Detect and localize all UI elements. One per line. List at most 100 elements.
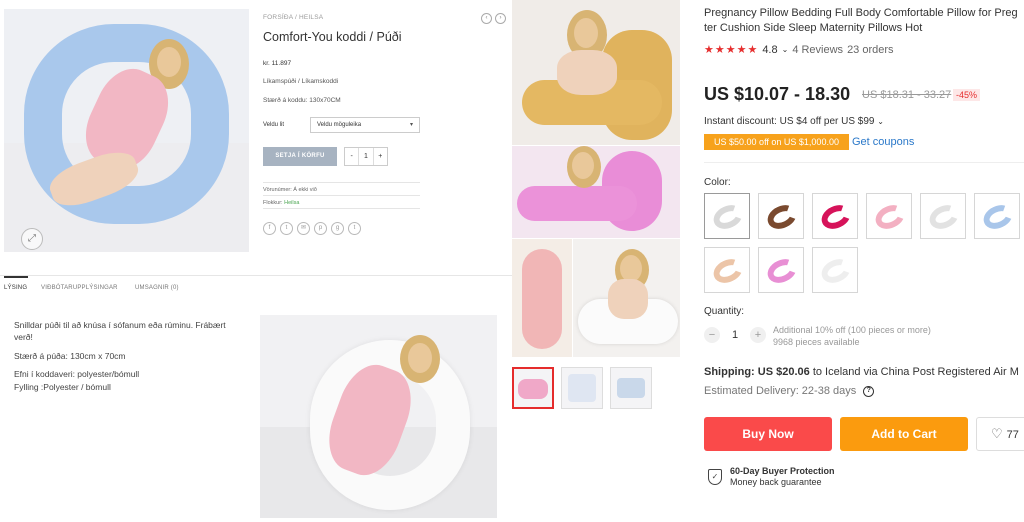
color-select-value: Veldu möguleika (317, 122, 362, 128)
get-coupons-link[interactable]: Get coupons (852, 136, 914, 148)
tab-additional-info[interactable]: VIÐBÓTARUPPLÝSINGAR (41, 285, 118, 291)
pillow-swatch-icon (925, 200, 963, 234)
chevron-down-icon[interactable]: ⌄ (782, 45, 789, 54)
pillow-swatch-icon (709, 200, 747, 234)
share-buttons: f t ✉ p g t (263, 222, 361, 235)
color-swatch[interactable] (866, 193, 912, 239)
marketplace-page: Pregnancy Pillow Bedding Full Body Comfo… (512, 0, 1024, 522)
color-swatch[interactable] (758, 193, 804, 239)
instant-discount[interactable]: Instant discount: US $4 off per US $99 ⌄ (704, 116, 884, 127)
price-range: US $10.07 - 18.30 (704, 84, 851, 104)
google-plus-icon[interactable]: g (331, 222, 344, 235)
color-swatch[interactable] (704, 247, 750, 293)
pillow-swatch-icon (817, 200, 855, 234)
product-title-line: Pregnancy Pillow Bedding Full Body Comfo… (704, 7, 1018, 19)
qty-plus-button[interactable]: + (374, 148, 387, 165)
color-label: Color: (704, 177, 731, 188)
tabs-divider (0, 275, 512, 276)
description-line: Snilldar púði til að knúsa í sófanum eða… (14, 320, 226, 330)
prev-product-icon[interactable]: ‹ (481, 13, 492, 24)
add-to-cart-button[interactable]: SETJA Í KÖRFU (263, 147, 337, 166)
divider (263, 182, 420, 183)
discount-badge: -45% (953, 89, 981, 101)
protection-subtitle: Money back guarantee (730, 477, 822, 487)
pillow-swatch-icon (979, 200, 1017, 234)
star-rating-icon: ★★★★★ (704, 44, 759, 56)
color-swatch[interactable] (758, 247, 804, 293)
bulk-discount-note: Additional 10% off (100 pieces or more) (773, 325, 931, 335)
breadcrumb[interactable]: FORSÍÐA / HEILSA (263, 14, 323, 21)
pillow-swatch-icon (763, 200, 801, 234)
original-price: US $18.31 - 33.27 (862, 89, 952, 101)
wishlist-button[interactable]: ♡ 77 (976, 417, 1024, 451)
category-link[interactable]: Heilsa (284, 200, 299, 206)
reviews-link[interactable]: 4 Reviews (792, 44, 843, 56)
gallery-thumbnail[interactable] (512, 367, 554, 409)
shipping-cost: Shipping: US $20.06 (704, 366, 810, 378)
quantity-stepper[interactable]: − 1 + (704, 327, 766, 343)
product-title: Comfort-You koddi / Púði (263, 30, 402, 44)
estimated-delivery-text: Estimated Delivery: 22-38 days (704, 385, 857, 397)
product-image-gallery[interactable] (512, 0, 704, 357)
gallery-image-yellow[interactable] (512, 0, 680, 145)
product-main-image[interactable]: ⤢ (4, 9, 249, 252)
email-icon[interactable]: ✉ (297, 222, 310, 235)
coupon-tag: US $50.00 off on US $1,000.00 (704, 134, 849, 150)
gallery-image-white[interactable] (573, 239, 680, 357)
color-swatch[interactable] (920, 193, 966, 239)
gallery-image-pink[interactable] (512, 146, 680, 238)
divider (263, 208, 420, 209)
stock-available: 9968 pieces available (773, 337, 860, 347)
quantity-note: Additional 10% off (100 pieces or more) … (773, 324, 931, 348)
product-categories: Líkamspúði / Líkamskoddi (263, 78, 339, 85)
description-line: Stærð á púða: 130cm x 70cm (14, 351, 126, 361)
color-swatch[interactable] (812, 247, 858, 293)
active-tab-indicator (4, 276, 28, 278)
pinterest-icon[interactable]: p (314, 222, 327, 235)
buyer-protection: ✓ 60-Day Buyer Protection Money back gua… (708, 466, 835, 488)
quantity-value[interactable]: 1 (728, 329, 742, 341)
description-line: Fylling :Polyester / bómull (14, 382, 111, 392)
gallery-thumbnail[interactable] (561, 367, 603, 409)
rating-row: ★★★★★ 4.8 ⌄ 4 Reviews 23 orders (704, 43, 894, 57)
instant-discount-text: Instant discount: US $4 off per US $99 (704, 116, 875, 127)
minus-icon[interactable]: − (704, 327, 720, 343)
product-price: kr. 11.897 (263, 60, 292, 67)
rating-value[interactable]: 4.8 (762, 44, 777, 56)
protection-title: 60-Day Buyer Protection (730, 466, 835, 476)
color-swatch[interactable] (974, 193, 1020, 239)
store-page: ⤢ FORSÍÐA / HEILSA ‹ › Comfort-You koddi… (0, 0, 512, 522)
help-icon[interactable]: ? (863, 385, 875, 397)
description-image (260, 315, 497, 518)
heart-icon: ♡ (991, 426, 1003, 441)
product-category: Flokkur: Heilsa (263, 200, 299, 206)
color-swatch[interactable] (704, 193, 750, 239)
product-size: Stærð á koddu: 130x70CM (263, 97, 341, 104)
color-select[interactable]: Veldu möguleika ▾ (310, 117, 420, 133)
product-title-line: ter Cushion Side Sleep Maternity Pillows… (704, 22, 923, 34)
gallery-image-peach[interactable] (512, 239, 572, 357)
shipping-method[interactable]: to Iceland via China Post Registered Air… (813, 366, 1019, 378)
description-line: verð! (14, 332, 33, 342)
chevron-down-icon: ▾ (409, 122, 413, 128)
facebook-icon[interactable]: f (263, 222, 276, 235)
qty-minus-button[interactable]: - (345, 148, 360, 165)
color-swatch[interactable] (812, 193, 858, 239)
tab-description[interactable]: LÝSING (4, 285, 27, 291)
gallery-thumbnail[interactable] (610, 367, 652, 409)
quantity-label: Quantity: (704, 306, 745, 317)
buy-now-button[interactable]: Buy Now (704, 417, 832, 451)
product-sku: Vörunúmer: Á ekki við (263, 187, 317, 193)
add-to-cart-button[interactable]: Add to Cart (840, 417, 968, 451)
tumblr-icon[interactable]: t (348, 222, 361, 235)
tab-reviews[interactable]: UMSAGNIR (0) (135, 285, 179, 291)
qty-value[interactable]: 1 (359, 148, 374, 165)
pillow-swatch-icon (817, 254, 855, 288)
twitter-icon[interactable]: t (280, 222, 293, 235)
pillow-swatch-icon (709, 254, 747, 288)
next-product-icon[interactable]: › (495, 13, 506, 24)
chevron-down-icon: ⌄ (877, 117, 884, 126)
zoom-icon[interactable]: ⤢ (21, 228, 43, 250)
quantity-stepper[interactable]: - 1 + (344, 147, 388, 166)
plus-icon[interactable]: + (750, 327, 766, 343)
